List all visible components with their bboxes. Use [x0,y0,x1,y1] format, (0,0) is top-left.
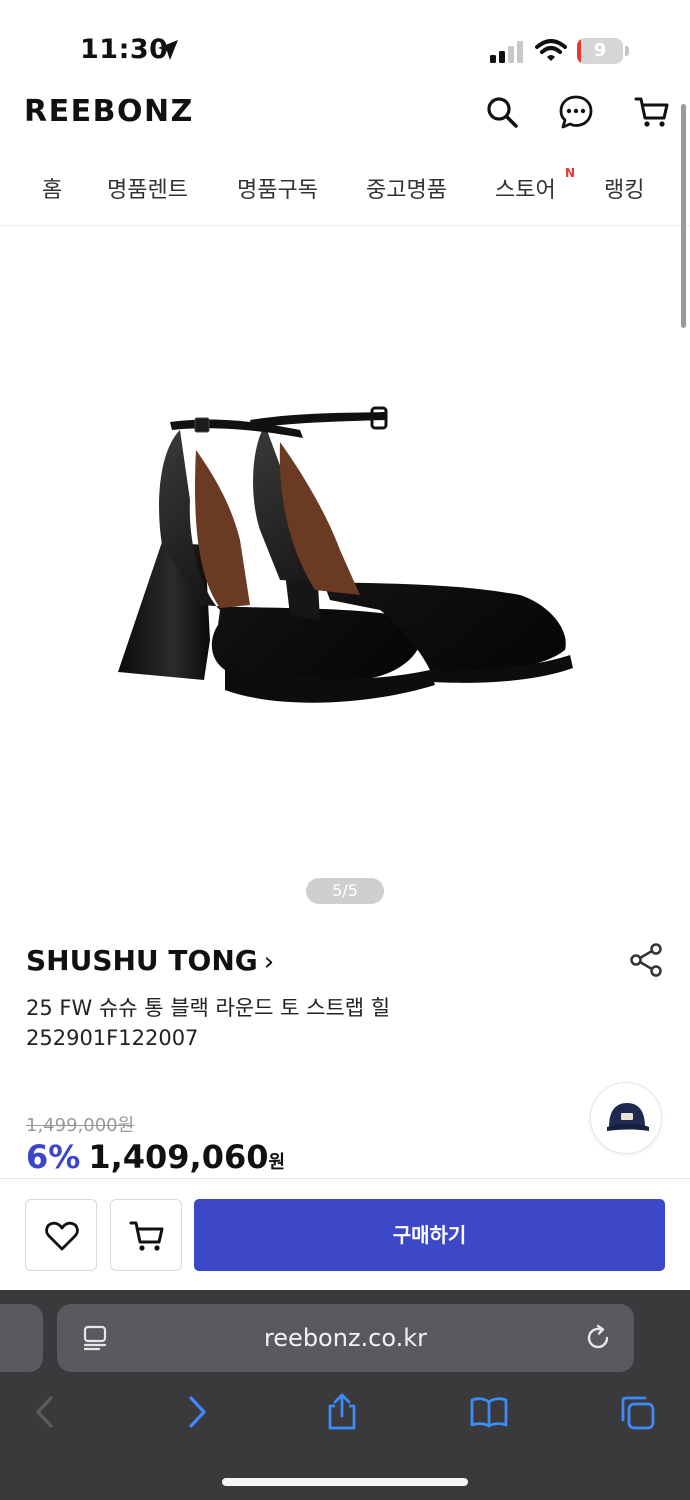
url-text: reebonz.co.kr [263,1324,428,1352]
status-bar: 11:30 9 [0,0,690,100]
add-to-cart-button[interactable] [110,1199,182,1271]
purchase-action-bar: 구매하기 [0,1178,690,1290]
cart-icon[interactable] [634,94,670,130]
sale-price: 1,409,060 [88,1138,269,1176]
product-image[interactable] [100,380,590,740]
image-counter: 5/5 [306,878,384,904]
share-icon[interactable] [628,942,664,978]
discount-rate: 6% [26,1138,81,1176]
nav-new-badge: N [565,166,576,180]
nav-item-subscription[interactable]: 명품구독 [237,172,318,204]
wifi-icon [535,39,567,61]
back-icon[interactable] [26,1392,66,1432]
browser-toolbar: reebonz.co.kr [0,1290,690,1500]
cap-icon [607,1103,649,1131]
nav-item-ranking[interactable]: 랭킹 [604,172,644,204]
search-icon[interactable] [484,94,520,130]
bookmarks-icon[interactable] [469,1392,509,1432]
reload-icon[interactable] [584,1324,612,1352]
nav-item-store[interactable]: 스토어 [495,172,556,204]
wishlist-button[interactable] [25,1199,97,1271]
buy-button[interactable]: 구매하기 [194,1199,665,1271]
previous-tab-peek[interactable] [0,1304,43,1372]
product-code: 252901F122007 [26,1026,199,1050]
currency-unit: 원 [268,1152,286,1173]
address-bar[interactable]: reebonz.co.kr [57,1304,634,1372]
chevron-right-icon: › [263,947,275,977]
heart-icon [45,1221,79,1251]
cellular-signal-icon [490,41,523,63]
app-header: REEBONZ [0,86,690,142]
forward-icon[interactable] [176,1392,216,1432]
original-price: 1,499,000원 [26,1115,135,1136]
reebonz-logo[interactable]: REEBONZ [24,94,194,129]
tabs-icon[interactable] [617,1392,657,1432]
battery-label: 9 [593,40,607,61]
floating-recent-item-button[interactable] [590,1082,662,1154]
cart-icon [129,1221,164,1251]
nav-item-rent[interactable]: 명품렌트 [107,172,188,204]
category-nav: 홈 명품렌트 명품구독 중고명품 스토어 N 랭킹 [0,160,690,226]
page-scrollbar[interactable] [681,104,686,328]
location-arrow-icon [158,40,178,60]
chat-icon[interactable] [558,94,594,130]
battery-indicator: 9 [577,38,629,64]
share-sheet-icon[interactable] [322,1392,362,1432]
brand-link[interactable]: SHUSHU TONG › [26,944,274,977]
nav-item-home[interactable]: 홈 [42,172,62,204]
brand-name: SHUSHU TONG [26,944,258,977]
product-name: 25 FW 슈슈 통 블랙 라운드 토 스트랩 힐 [26,996,391,1020]
home-indicator [222,1478,468,1486]
nav-item-used[interactable]: 중고명품 [366,172,447,204]
price-row: 6% 1,409,060원 [26,1138,285,1176]
